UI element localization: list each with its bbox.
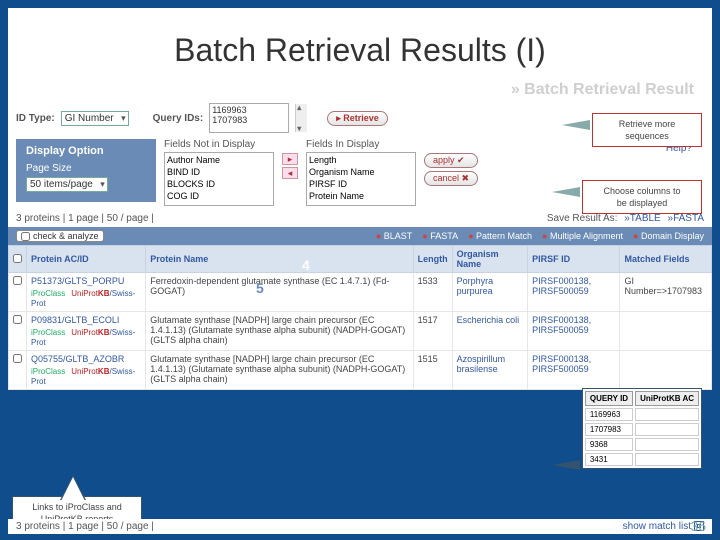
cell-pirsf[interactable]: PIRSF000138, PIRSF500059 xyxy=(528,273,620,312)
annotation-5: 5 xyxy=(256,280,264,296)
cell-name: Ferredoxin-dependent glutamate synthase … xyxy=(146,273,413,312)
fields-not-in-col: Fields Not in Display Author Name BIND I… xyxy=(164,139,274,206)
cell-matched xyxy=(620,351,712,390)
analysis-toolbar: check & analyze BLAST FASTA Pattern Matc… xyxy=(8,227,712,245)
cell-length: 1517 xyxy=(413,312,452,351)
match-minitable: QUERY IDUniProtKB AC 1169963 1707983 936… xyxy=(582,388,702,469)
scrollbar-icon[interactable] xyxy=(295,104,307,132)
arrow-up-icon xyxy=(61,477,85,501)
footer-left: 3 proteins | 1 page | 50 / page | xyxy=(16,521,154,532)
status-left: 3 proteins | 1 page | 50 / page | xyxy=(16,213,154,224)
apply-stack: apply ✔ cancel ✖ xyxy=(424,139,478,186)
table-row: P09831/GLTB_ECOLI iProClassUniProtKB/Swi… xyxy=(9,312,712,351)
cancel-button[interactable]: cancel ✖ xyxy=(424,171,478,186)
mt-h2: UniProtKB AC xyxy=(635,391,699,406)
move-left-button[interactable]: ◂ xyxy=(282,167,298,179)
status-right: Save Result As: »TABLE »FASTA xyxy=(547,213,704,224)
callout-retrieve: Retrieve more sequences xyxy=(592,113,702,147)
iproclass-link[interactable]: iProClass xyxy=(31,367,65,376)
row-checkbox[interactable] xyxy=(13,354,22,363)
row-checkbox[interactable] xyxy=(13,276,22,285)
cell-length: 1533 xyxy=(413,273,452,312)
col-pirsf[interactable]: PIRSF ID xyxy=(528,246,620,273)
id-type-select[interactable]: GI Number xyxy=(61,111,129,126)
query-ids-textarea[interactable]: 1169963 1707983 xyxy=(209,103,289,133)
tool-links: BLAST FASTA Pattern Match Multiple Align… xyxy=(376,231,704,241)
col-org[interactable]: Organism Name xyxy=(452,246,527,273)
arrow-left-icon xyxy=(562,120,590,130)
mover-buttons: ▸ ◂ xyxy=(282,139,298,179)
check-analyze-button[interactable]: check & analyze xyxy=(16,230,104,242)
in-listbox[interactable]: Length Organism Name PIRSF ID Protein Na… xyxy=(306,152,416,206)
cell-pirsf[interactable]: PIRSF000138, PIRSF500059 xyxy=(528,312,620,351)
col-matched[interactable]: Matched Fields xyxy=(620,246,712,273)
tool-msa[interactable]: Multiple Alignment xyxy=(542,231,623,241)
cell-ac[interactable]: P09831/GLTB_ECOLI iProClassUniProtKB/Swi… xyxy=(27,312,146,351)
display-option-box: Display Option Page Size 50 items/page xyxy=(16,139,156,202)
not-in-label: Fields Not in Display xyxy=(164,139,274,150)
breadcrumb: » Batch Retrieval Result xyxy=(8,79,712,99)
col-name[interactable]: Protein Name xyxy=(146,246,413,273)
query-ids-label: Query IDs: xyxy=(153,113,204,124)
footer-bar: 3 proteins | 1 page | 50 / page | show m… xyxy=(8,519,712,534)
mt-h1: QUERY ID xyxy=(585,391,633,406)
col-check[interactable] xyxy=(9,246,27,273)
cell-name: Glutamate synthase [NADPH] large chain p… xyxy=(146,312,413,351)
table-header-row: Protein AC/ID Protein Name Length Organi… xyxy=(9,246,712,273)
apply-button[interactable]: apply ✔ xyxy=(424,153,478,168)
tool-pattern[interactable]: Pattern Match xyxy=(468,231,532,241)
page-size-select[interactable]: 50 items/page xyxy=(26,177,108,192)
not-in-listbox[interactable]: Author Name BIND ID BLOCKS ID COG ID xyxy=(164,152,274,206)
page-size-label: Page Size xyxy=(26,163,146,174)
callout-columns: Choose columns to be displayed xyxy=(582,180,702,214)
table-row: P51373/GLTS_PORPU iProClassUniProtKB/Swi… xyxy=(9,273,712,312)
id-type-label: ID Type: xyxy=(16,113,55,124)
tool-blast[interactable]: BLAST xyxy=(376,231,412,241)
col-length[interactable]: Length xyxy=(413,246,452,273)
arrow-left-icon xyxy=(552,460,580,470)
annotation-4: 4 xyxy=(302,257,310,273)
cell-length: 1515 xyxy=(413,351,452,390)
cell-pirsf[interactable]: PIRSF000138, PIRSF500059 xyxy=(528,351,620,390)
in-label: Fields In Display xyxy=(306,139,416,150)
cell-org[interactable]: Azospirillum brasilense xyxy=(452,351,527,390)
arrow-left-icon xyxy=(552,187,580,197)
retrieve-button[interactable]: ▸ Retrieve xyxy=(327,111,388,126)
iproclass-link[interactable]: iProClass xyxy=(31,328,65,337)
slide-number: 36 xyxy=(690,518,706,534)
table-row: Q05755/GLTB_AZOBR iProClassUniProtKB/Swi… xyxy=(9,351,712,390)
tool-domain[interactable]: Domain Display xyxy=(633,231,704,241)
save-table-link[interactable]: »TABLE xyxy=(624,213,661,224)
iproclass-link[interactable]: iProClass xyxy=(31,289,65,298)
fields-in-col: Fields In Display Length Organism Name P… xyxy=(306,139,416,206)
display-option-heading: Display Option xyxy=(26,145,146,157)
tool-fasta[interactable]: FASTA xyxy=(422,231,458,241)
page-title: Batch Retrieval Results (I) xyxy=(0,0,720,79)
cell-org[interactable]: Escherichia coli xyxy=(452,312,527,351)
cell-name: Glutamate synthase [NADPH] large chain p… xyxy=(146,351,413,390)
cell-ac[interactable]: P51373/GLTS_PORPU iProClassUniProtKB/Swi… xyxy=(27,273,146,312)
row-checkbox[interactable] xyxy=(13,315,22,324)
results-table: Protein AC/ID Protein Name Length Organi… xyxy=(8,245,712,390)
col-ac[interactable]: Protein AC/ID xyxy=(27,246,146,273)
move-right-button[interactable]: ▸ xyxy=(282,153,298,165)
save-fasta-link[interactable]: »FASTA xyxy=(668,213,705,224)
cell-matched: GI Number=>1707983 xyxy=(620,273,712,312)
cell-org[interactable]: Porphyra purpurea xyxy=(452,273,527,312)
cell-ac[interactable]: Q05755/GLTB_AZOBR iProClassUniProtKB/Swi… xyxy=(27,351,146,390)
cell-matched xyxy=(620,312,712,351)
